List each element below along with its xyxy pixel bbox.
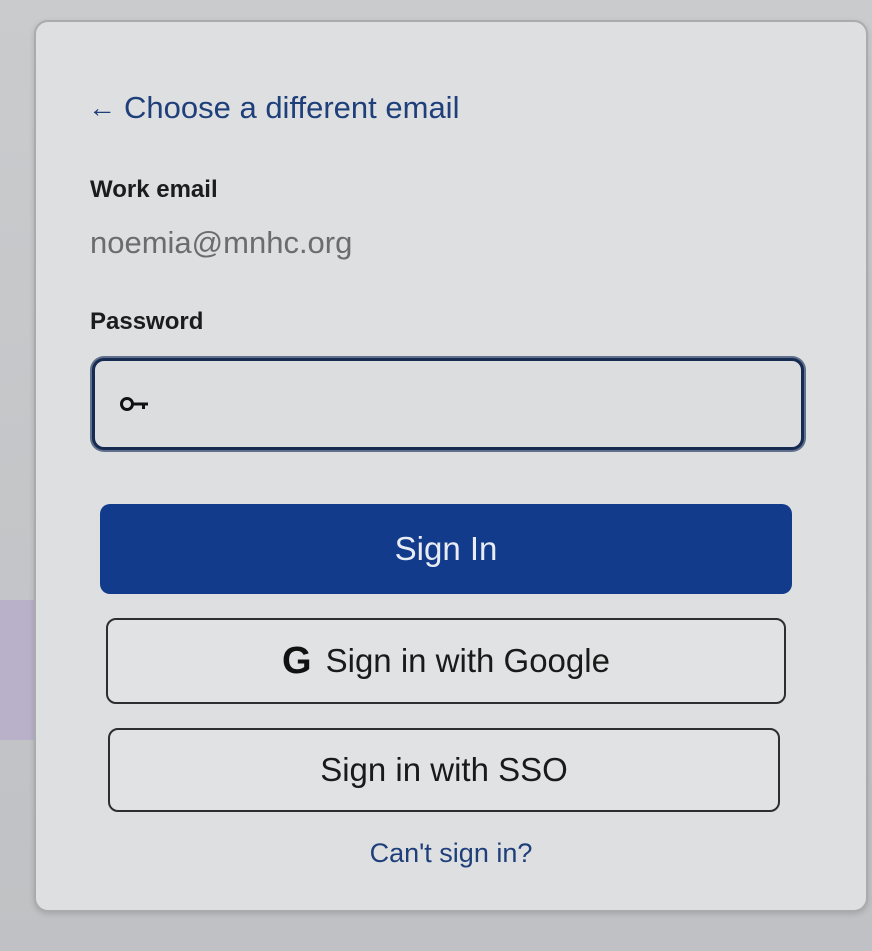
sign-in-with-sso-button[interactable]: Sign in with SSO	[108, 728, 780, 812]
password-input[interactable]	[163, 360, 801, 448]
password-label: Password	[90, 308, 204, 335]
key-icon	[119, 394, 153, 414]
sign-in-with-google-button[interactable]: G Sign in with Google	[106, 618, 786, 704]
sign-in-card: ← Choose a different email Work email no…	[34, 20, 868, 912]
google-button-label: Sign in with Google	[325, 642, 610, 679]
google-icon: G	[282, 639, 312, 682]
work-email-label: Work email	[90, 176, 218, 203]
sign-in-button[interactable]: Sign In	[100, 504, 792, 594]
arrow-left-icon: ←	[88, 92, 116, 123]
work-email-value: noemia@mnhc.org	[90, 225, 353, 260]
password-field[interactable]	[92, 358, 804, 450]
sign-in-button-label: Sign In	[394, 530, 498, 567]
cant-sign-in-link[interactable]: Can't sign in?	[36, 838, 866, 869]
back-link-label: Choose a different email	[124, 90, 460, 125]
choose-different-email-link[interactable]: ← Choose a different email	[88, 90, 459, 126]
sso-button-label: Sign in with SSO	[320, 751, 568, 788]
